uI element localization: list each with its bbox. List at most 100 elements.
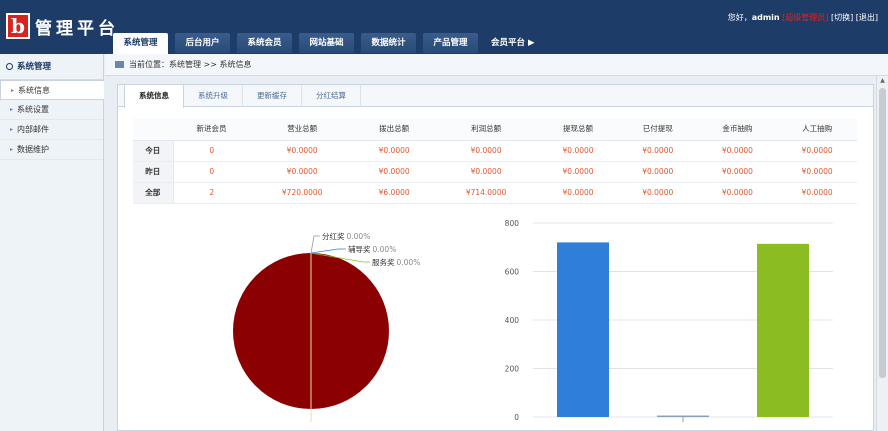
role-badge: [超级管理员] [782,13,829,22]
column-header: 新进会员 [173,118,251,141]
column-header: 利润总额 [433,118,539,141]
row-label: 今日 [133,140,174,162]
sidebar-title[interactable]: 系统管理 [0,54,103,80]
arrow-right-icon: ▸ [10,146,14,153]
table-cell: ¥6.0000 [354,182,434,204]
logo-text: 管理平台 [35,18,119,39]
greeting: 您好， [727,13,752,22]
column-header: 拨出总额 [354,118,434,141]
sidebar-item-label: 内部邮件 [17,125,50,134]
table-row: 全部 2 ¥720.0000 ¥6.0000 ¥714.0000 ¥0.0000… [133,182,857,204]
chevron-right-icon: ▶ [527,38,535,48]
sidebar-item-internal-mail[interactable]: ▸ 内部邮件 [0,120,103,140]
sidebar-title-label: 系统管理 [17,62,52,72]
y-tick-label: 200 [505,365,520,374]
table-cell: ¥0.0000 [697,140,778,162]
table-cell: ¥0.0000 [250,140,355,162]
pie-leader-line [310,248,346,254]
sidebar: 系统管理 ▸ 系统信息 ▸ 系统设置 ▸ 内部邮件 ▸ 数据维护 [0,54,104,431]
column-header: 人工抽购 [777,118,857,141]
y-tick-label: 0 [514,413,519,422]
row-label: 全部 [133,182,174,204]
table-cell: ¥0.0000 [777,182,857,204]
pie-chart: 分红奖 0.00% 辅导奖 0.00% 服务奖 0.00% [233,231,420,422]
table-cell: ¥0.0000 [697,182,778,204]
nav-tab-admin-users[interactable]: 后台用户 [175,33,230,53]
arrow-right-icon: ▸ [10,126,14,133]
table-cell: ¥0.0000 [538,140,618,162]
nav-tab-members[interactable]: 系统会员 [237,33,292,53]
pie-label-value: 0.00% [347,232,371,241]
table-cell: ¥0.0000 [617,140,698,162]
table-row: 昨日 0 ¥0.0000 ¥0.0000 ¥0.0000 ¥0.0000 ¥0.… [133,161,857,183]
column-header: 金币抽购 [697,118,778,141]
logout-link[interactable]: [退出] [856,13,878,22]
bar[interactable] [557,242,609,417]
logo[interactable]: b 管理平台 [6,13,119,39]
top-header: b 管理平台 您好，admin [超级管理员] [切换] [退出] 系统管理 后… [0,0,888,54]
table-cell: 0 [173,140,251,162]
column-header: 营业总额 [250,118,355,141]
content-panel: 系统信息 系统升级 更新缓存 分红结算 新进会员 营业总额 拨出总额 利润总额 … [117,84,874,431]
arrow-right-icon: ▸ [10,106,14,113]
scrollbar-thumb[interactable] [879,88,886,378]
bar[interactable] [757,243,809,417]
table-cell: ¥714.0000 [433,182,539,204]
tab-system-info[interactable]: 系统信息 [124,85,184,108]
table-cell: 2 [173,182,251,204]
table-cell: ¥0.0000 [433,161,539,183]
bar[interactable] [657,415,709,418]
tab-update-cache[interactable]: 更新缓存 [243,85,302,107]
vertical-scrollbar[interactable]: ▲ [876,76,888,431]
pie-label-dividend: 分红奖 0.00% [322,231,370,241]
breadcrumb: 当前位置：系统管理 >> 系统信息 [105,54,888,76]
table-cell: ¥0.0000 [538,182,618,204]
column-header [133,118,173,141]
sidebar-item-label: 系统设置 [17,105,50,114]
circle-icon [6,63,13,70]
pie-label-value: 0.00% [397,258,421,267]
pie-label-service: 服务奖 0.00% [372,257,420,267]
table-cell: ¥720.0000 [250,182,355,204]
sidebar-item-system-info[interactable]: ▸ 系统信息 [0,80,104,100]
table-cell: ¥0.0000 [777,161,857,183]
nav-member-platform[interactable]: 会员平台 ▶ [491,33,535,54]
table-header-row: 新进会员 营业总额 拨出总额 利润总额 提现总额 已付提现 金币抽购 人工抽购 [133,118,857,141]
row-label: 昨日 [133,161,174,183]
y-tick-label: 600 [505,268,520,277]
nav-tab-products[interactable]: 产品管理 [423,33,478,53]
column-header: 提现总额 [538,118,618,141]
sub-tabs: 系统信息 系统升级 更新缓存 分红结算 [118,85,873,108]
tab-system-upgrade[interactable]: 系统升级 [184,85,243,107]
home-icon [115,61,124,68]
sidebar-item-system-settings[interactable]: ▸ 系统设置 [0,100,103,120]
scroll-up-icon[interactable]: ▲ [877,76,888,86]
pie-leader-line [310,235,320,254]
y-tick-label: 400 [505,316,520,325]
table-cell: ¥0.0000 [354,140,434,162]
stats-table: 新进会员 营业总额 拨出总额 利润总额 提现总额 已付提现 金币抽购 人工抽购 … [133,118,857,204]
nav-tab-site[interactable]: 网站基础 [299,33,354,53]
table-row: 今日 0 ¥0.0000 ¥0.0000 ¥0.0000 ¥0.0000 ¥0.… [133,140,857,162]
table-cell: ¥0.0000 [617,182,698,204]
nav-tab-system[interactable]: 系统管理 [113,33,168,54]
tab-dividend-settlement[interactable]: 分红结算 [302,85,361,107]
pie-label-value: 0.00% [373,245,397,254]
table-cell: ¥0.0000 [354,161,434,183]
switch-link[interactable]: [切换] [831,13,853,22]
table-cell: ¥0.0000 [697,161,778,183]
arrow-right-icon: ▸ [11,87,15,94]
username: admin [751,13,780,22]
sidebar-item-label: 系统信息 [18,86,51,95]
column-header: 已付提现 [617,118,698,141]
logo-mark: b [6,13,30,39]
sidebar-item-label: 数据维护 [17,145,50,154]
sidebar-item-data-maintenance[interactable]: ▸ 数据维护 [0,140,103,160]
pie-label-name: 服务奖 [372,257,395,267]
y-tick-label: 800 [505,219,520,228]
nav-tab-stats[interactable]: 数据统计 [361,33,416,53]
pie-label-name: 分红奖 [322,231,345,241]
main-nav: 系统管理 后台用户 系统会员 网站基础 数据统计 产品管理 会员平台 ▶ [113,33,535,54]
breadcrumb-text: 当前位置：系统管理 >> 系统信息 [129,60,252,69]
table-cell: ¥0.0000 [538,161,618,183]
